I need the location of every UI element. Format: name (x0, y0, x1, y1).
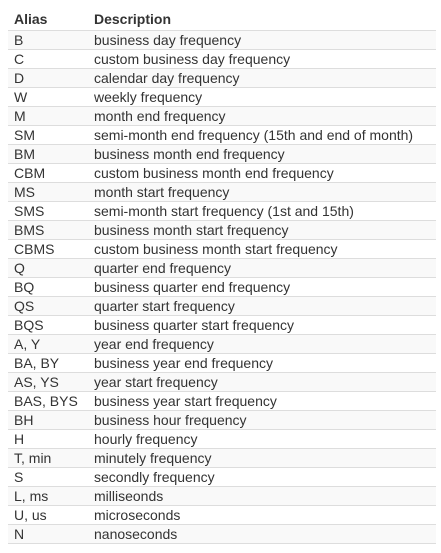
description-cell: business month end frequency (88, 144, 436, 164)
header-row: Alias Description (8, 9, 436, 31)
alias-cell: BM (8, 144, 88, 164)
description-cell: semi-month start frequency (1st and 15th… (88, 201, 436, 221)
description-cell: business hour frequency (88, 410, 436, 430)
description-cell: minutely frequency (88, 448, 436, 468)
alias-cell: BMS (8, 220, 88, 240)
table-row: Ccustom business day frequency (8, 49, 436, 69)
table-row: Nnanoseconds (8, 524, 436, 544)
table-row: BH business hour frequency (8, 410, 436, 430)
alias-cell: S (8, 467, 88, 487)
table-row: AS, YS year start frequency (8, 372, 436, 392)
alias-cell: L, ms (8, 486, 88, 506)
alias-cell: SM (8, 125, 88, 145)
alias-cell: Q (8, 258, 88, 278)
alias-cell: T, min (8, 448, 88, 468)
alias-cell: QS (8, 296, 88, 316)
table-row: BMS business month start frequency (8, 220, 436, 240)
table-row: Wweekly frequency (8, 87, 436, 107)
table-row: BAS, BYS business year start frequency (8, 391, 436, 411)
description-cell: custom business month start frequency (88, 239, 436, 259)
alias-cell: BAS, BYS (8, 391, 88, 411)
table-row: BQS business quarter start frequency (8, 315, 436, 335)
alias-cell: M (8, 106, 88, 126)
description-cell: business quarter end frequency (88, 277, 436, 297)
description-cell: nanoseconds (88, 524, 436, 544)
alias-cell: BH (8, 410, 88, 430)
description-cell: quarter end frequency (88, 258, 436, 278)
description-cell: business year end frequency (88, 353, 436, 373)
alias-cell: D (8, 68, 88, 88)
table-row: CBMS custom business month start frequenc… (8, 239, 436, 259)
table-row: Hhourly frequency (8, 429, 436, 449)
table-row: BM business month end frequency (8, 144, 436, 164)
table-row: L, ms milliseonds (8, 486, 436, 506)
table-row: Bbusiness day frequency (8, 30, 436, 50)
table-row: CBM custom business month end frequency (8, 163, 436, 183)
table-body: Bbusiness day frequency Ccustom business … (8, 30, 436, 544)
table-row: QS quarter start frequency (8, 296, 436, 316)
description-cell: secondly frequency (88, 467, 436, 487)
alias-cell: BQS (8, 315, 88, 335)
description-cell: hourly frequency (88, 429, 436, 449)
description-cell: quarter start frequency (88, 296, 436, 316)
page: Alias Description Bbusiness day frequenc… (0, 0, 441, 544)
description-cell: business month start frequency (88, 220, 436, 240)
description-cell: custom business month end frequency (88, 163, 436, 183)
alias-cell: A, Y (8, 334, 88, 354)
alias-cell: SMS (8, 201, 88, 221)
alias-cell: MS (8, 182, 88, 202)
alias-cell: B (8, 30, 88, 50)
table-row: SM semi-month end frequency (15th and end… (8, 125, 436, 145)
table-row: SMS semi-month start frequency (1st and 1… (8, 201, 436, 221)
alias-cell: AS, YS (8, 372, 88, 392)
description-cell: weekly frequency (88, 87, 436, 107)
alias-cell: U, us (8, 505, 88, 525)
description-cell: microseconds (88, 505, 436, 525)
table-row: T, min minutely frequency (8, 448, 436, 468)
description-cell: calendar day frequency (88, 68, 436, 88)
description-cell: year start frequency (88, 372, 436, 392)
alias-cell: BQ (8, 277, 88, 297)
alias-cell: N (8, 524, 88, 544)
alias-cell: CBM (8, 163, 88, 183)
table-row: Dcalendar day frequency (8, 68, 436, 88)
table-row: Qquarter end frequency (8, 258, 436, 278)
description-cell: semi-month end frequency (15th and end o… (88, 125, 436, 145)
alias-cell: BA, BY (8, 353, 88, 373)
description-cell: custom business day frequency (88, 49, 436, 69)
alias-cell: W (8, 87, 88, 107)
description-cell: month start frequency (88, 182, 436, 202)
table-row: U, us microseconds (8, 505, 436, 525)
table-row: BQ business quarter end frequency (8, 277, 436, 297)
description-column-header: Description (88, 9, 436, 31)
table-row: MS month start frequency (8, 182, 436, 202)
description-cell: business year start frequency (88, 391, 436, 411)
description-cell: business day frequency (88, 30, 436, 50)
alias-column-header: Alias (8, 9, 88, 31)
table-row: BA, BY business year end frequency (8, 353, 436, 373)
frequency-alias-table: Alias Description Bbusiness day frequenc… (8, 9, 436, 544)
description-cell: month end frequency (88, 106, 436, 126)
table-row: A, Yyear end frequency (8, 334, 436, 354)
table-header: Alias Description (8, 9, 436, 31)
table-row: Mmonth end frequency (8, 106, 436, 126)
alias-cell: CBMS (8, 239, 88, 259)
description-cell: business quarter start frequency (88, 315, 436, 335)
alias-cell: C (8, 49, 88, 69)
description-cell: year end frequency (88, 334, 436, 354)
alias-cell: H (8, 429, 88, 449)
description-cell: milliseonds (88, 486, 436, 506)
table-row: Ssecondly frequency (8, 467, 436, 487)
